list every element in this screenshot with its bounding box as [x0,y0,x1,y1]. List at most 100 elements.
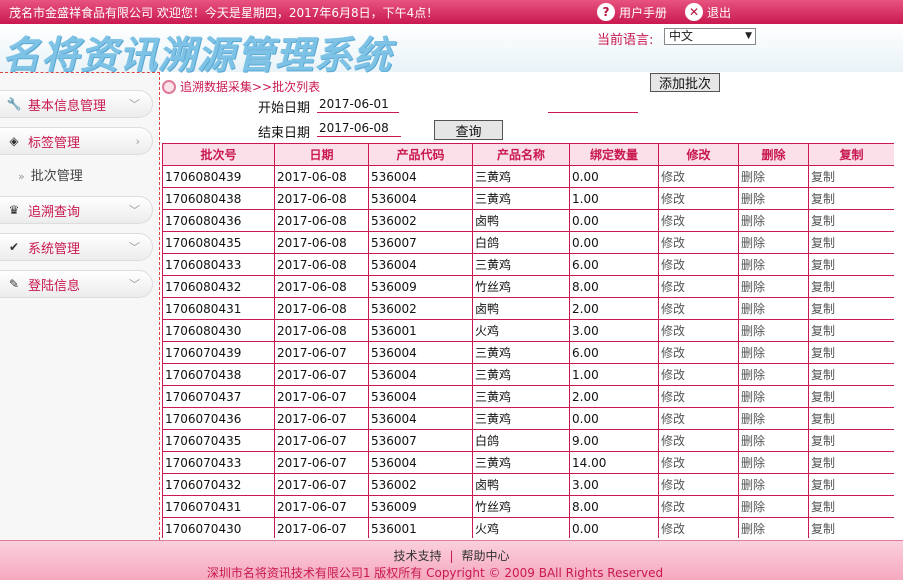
cell-product-code: 536004 [368,363,473,386]
delete-link[interactable]: 删除 [738,165,809,188]
copy-link[interactable]: 复制 [808,363,894,386]
cell-product-name: 竹丝鸡 [472,495,570,518]
col-delete: 删除 [738,143,809,166]
copy-link[interactable]: 复制 [808,209,894,232]
sidebar-item-label: 基本信息管理 [28,98,107,114]
sidebar-subitem-batch-management[interactable]: » 批次管理 [18,165,83,184]
copy-link[interactable]: 复制 [808,253,894,276]
edit-link[interactable]: 修改 [658,319,739,342]
delete-link[interactable]: 删除 [738,297,809,320]
edit-link[interactable]: 修改 [658,275,739,298]
cell-date: 2017-06-08 [274,231,369,254]
copy-link[interactable]: 复制 [808,319,894,342]
copy-link[interactable]: 复制 [808,451,894,474]
sidebar-item-trace-query[interactable]: ♛ 追溯查询 ﹀ [0,196,153,224]
delete-link[interactable]: 删除 [738,517,809,538]
sidebar-item-login-info[interactable]: ✎ 登陆信息 ﹀ [0,270,153,298]
start-date-input[interactable]: 2017-06-01 [317,97,399,113]
edit-link[interactable]: 修改 [658,253,739,276]
cell-product-code: 536001 [368,517,473,538]
delete-link[interactable]: 删除 [738,429,809,452]
sidebar-item-labels[interactable]: ◈ 标签管理 › [0,127,153,155]
table-row: 1706080438 2017-06-08 536004 三黄鸡 1.00 修改 删除 复制 [162,187,894,210]
edit-link[interactable]: 修改 [658,209,739,232]
copy-link[interactable]: 复制 [808,297,894,320]
cell-batch-no: 1706080430 [162,319,275,342]
help-center-link[interactable]: 帮助中心 [462,549,510,563]
cell-product-name: 三黄鸡 [472,363,570,386]
edit-link[interactable]: 修改 [658,363,739,386]
delete-link[interactable]: 删除 [738,231,809,254]
edit-link[interactable]: 修改 [658,297,739,320]
edit-link[interactable]: 修改 [658,341,739,364]
sidebar-item-basic-info[interactable]: 🔧 基本信息管理 ﹀ [0,90,153,118]
copy-link[interactable]: 复制 [808,407,894,430]
copy-link[interactable]: 复制 [808,473,894,496]
edit-link[interactable]: 修改 [658,429,739,452]
delete-link[interactable]: 删除 [738,407,809,430]
wrench-icon: 🔧 [6,97,22,111]
delete-link[interactable]: 删除 [738,319,809,342]
user-manual-label: 用户手册 [619,5,668,20]
language-value: 中文 [669,29,694,43]
edit-link[interactable]: 修改 [658,451,739,474]
copy-link[interactable]: 复制 [808,231,894,254]
delete-link[interactable]: 删除 [738,451,809,474]
cell-batch-no: 1706070435 [162,429,275,452]
delete-link[interactable]: 删除 [738,275,809,298]
delete-link[interactable]: 删除 [738,495,809,518]
edit-link[interactable]: 修改 [658,187,739,210]
sidebar-item-system[interactable]: ✔ 系统管理 ﹀ [0,233,153,261]
cell-date: 2017-06-08 [274,187,369,210]
cell-date: 2017-06-07 [274,341,369,364]
cell-batch-no: 1706070431 [162,495,275,518]
copy-link[interactable]: 复制 [808,495,894,518]
delete-link[interactable]: 删除 [738,253,809,276]
user-manual-link[interactable]: ? 用户手册 [597,2,667,22]
col-copy: 复制 [808,143,894,166]
welcome-text: 茂名市金盛祥食品有限公司 欢迎您！今天是星期四，2017年6月8日，下午4点！ [9,6,439,20]
delete-link[interactable]: 删除 [738,187,809,210]
edit-link[interactable]: 修改 [658,165,739,188]
delete-link[interactable]: 删除 [738,209,809,232]
add-batch-button[interactable]: 添加批次 [650,73,720,92]
empty-input[interactable] [548,97,638,113]
cell-date: 2017-06-07 [274,429,369,452]
delete-link[interactable]: 删除 [738,385,809,408]
cell-date: 2017-06-08 [274,253,369,276]
table-row: 1706080435 2017-06-08 536007 白鸽 0.00 修改 删除 复制 [162,231,894,254]
edit-link[interactable]: 修改 [658,517,739,538]
cell-bound-qty: 2.00 [569,385,659,408]
delete-link[interactable]: 删除 [738,341,809,364]
cell-batch-no: 1706080438 [162,187,275,210]
search-button[interactable]: 查询 [434,120,503,140]
copy-link[interactable]: 复制 [808,517,894,538]
edit-link[interactable]: 修改 [658,407,739,430]
copy-link[interactable]: 复制 [808,341,894,364]
copy-link[interactable]: 复制 [808,187,894,210]
copy-link[interactable]: 复制 [808,429,894,452]
cell-batch-no: 1706070438 [162,363,275,386]
edit-link[interactable]: 修改 [658,473,739,496]
manual-icon: ? [597,3,615,21]
tech-support-link[interactable]: 技术支持 [393,549,441,563]
delete-link[interactable]: 删除 [738,363,809,386]
cell-product-code: 536004 [368,451,473,474]
end-date-input[interactable]: 2017-06-08 [317,121,401,137]
cell-bound-qty: 9.00 [569,429,659,452]
cell-bound-qty: 0.00 [569,209,659,232]
breadcrumb-text[interactable]: 追溯数据采集>>批次列表 [180,78,320,95]
table-row: 1706080430 2017-06-08 536001 火鸡 3.00 修改 删除 复制 [162,319,894,342]
top-bar: 茂名市金盛祥食品有限公司 欢迎您！今天是星期四，2017年6月8日，下午4点！ … [0,0,903,24]
logout-link[interactable]: ✕ 退出 [685,2,731,22]
language-select[interactable]: 中文 ▼ [664,28,756,45]
edit-link[interactable]: 修改 [658,495,739,518]
sidebar-item-label: 登陆信息 [28,278,81,294]
delete-link[interactable]: 删除 [738,473,809,496]
copy-link[interactable]: 复制 [808,385,894,408]
copy-link[interactable]: 复制 [808,165,894,188]
copy-link[interactable]: 复制 [808,275,894,298]
cell-bound-qty: 14.00 [569,451,659,474]
edit-link[interactable]: 修改 [658,231,739,254]
edit-link[interactable]: 修改 [658,385,739,408]
